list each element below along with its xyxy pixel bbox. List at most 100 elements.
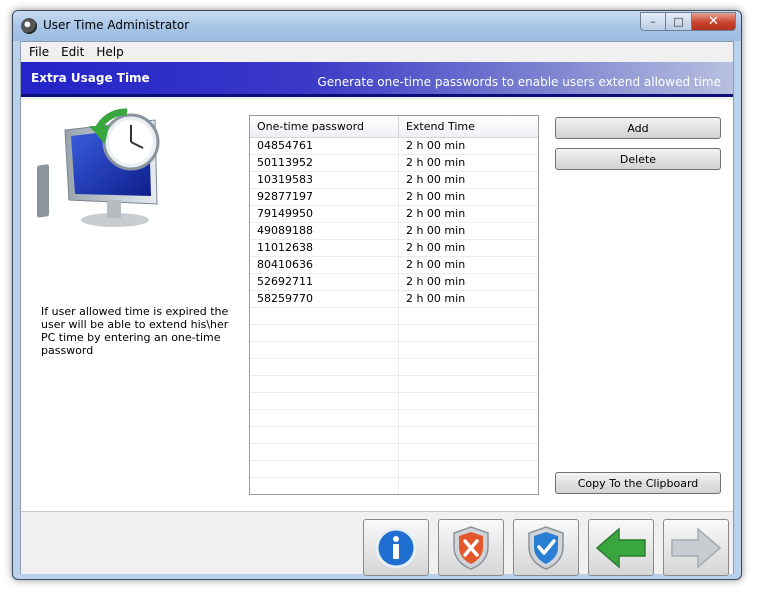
minimize-button[interactable]: – <box>640 12 666 31</box>
extend-time-cell: 2 h 00 min <box>405 224 466 237</box>
empty-row <box>250 478 538 494</box>
app-window: User Time Administrator – □ ✕ File Edit … <box>12 10 742 580</box>
password-cell: 58259770 <box>250 291 399 307</box>
empty-row <box>250 427 538 444</box>
empty-cell <box>399 427 538 443</box>
password-cell: 92877197 <box>250 189 399 205</box>
table-row[interactable]: 49089188 2 h 00 min <box>250 223 538 240</box>
footer-toolbar <box>21 512 733 576</box>
empty-cell <box>399 410 538 426</box>
table-row[interactable]: 04854761 2 h 00 min <box>250 138 538 155</box>
extend-time-cell: 2 h 00 min <box>405 241 466 254</box>
copy-clipboard-button[interactable]: Copy To the Clipboard <box>555 472 721 494</box>
header-banner: Extra Usage Time Generate one-time passw… <box>21 62 733 97</box>
empty-row <box>250 376 538 393</box>
extend-time-cell: 2 h 00 min <box>405 258 466 271</box>
empty-cell <box>250 308 399 324</box>
table-header: One-time password Extend Time <box>250 116 538 138</box>
empty-cell <box>250 342 399 358</box>
empty-cell <box>399 444 538 460</box>
empty-cell <box>399 359 538 375</box>
password-cell: 50113952 <box>250 155 399 171</box>
column-header-password[interactable]: One-time password <box>250 116 399 137</box>
empty-cell <box>399 478 538 494</box>
empty-row <box>250 393 538 410</box>
empty-row <box>250 325 538 342</box>
description-text: If user allowed time is expired the user… <box>41 305 229 357</box>
empty-cell <box>399 325 538 341</box>
extend-time-cell: 2 h 00 min <box>405 156 466 169</box>
banner-title: Extra Usage Time <box>31 71 150 85</box>
empty-cell <box>250 410 399 426</box>
title-bar[interactable]: User Time Administrator – □ ✕ <box>13 11 741 41</box>
empty-cell <box>250 393 399 409</box>
client-area: File Edit Help Extra Usage Time Generate… <box>20 41 734 576</box>
empty-cell <box>250 376 399 392</box>
app-icon <box>21 18 37 34</box>
ok-button[interactable] <box>513 519 579 576</box>
monitor-clock-icon <box>37 108 160 227</box>
empty-cell <box>399 376 538 392</box>
table-row[interactable]: 80410636 2 h 00 min <box>250 257 538 274</box>
back-button[interactable] <box>588 519 654 576</box>
empty-cell <box>399 342 538 358</box>
empty-cell <box>399 393 538 409</box>
password-cell: 80410636 <box>250 257 399 273</box>
empty-cell <box>399 461 538 477</box>
empty-cell <box>399 308 538 324</box>
table-row[interactable]: 11012638 2 h 00 min <box>250 240 538 257</box>
empty-row <box>250 410 538 427</box>
info-icon <box>375 527 417 568</box>
banner-subtitle: Generate one-time passwords to enable us… <box>317 75 721 89</box>
empty-row <box>250 444 538 461</box>
extend-time-cell: 2 h 00 min <box>405 207 466 220</box>
close-button[interactable]: ✕ <box>692 12 736 31</box>
menu-help[interactable]: Help <box>90 42 129 62</box>
next-arrow-icon <box>671 526 722 569</box>
ok-shield-icon <box>528 525 564 570</box>
password-cell: 04854761 <box>250 138 399 154</box>
password-cell: 11012638 <box>250 240 399 256</box>
extend-time-cell: 2 h 00 min <box>405 275 466 288</box>
table-row[interactable]: 50113952 2 h 00 min <box>250 155 538 172</box>
back-arrow-icon <box>595 526 646 569</box>
extend-time-cell: 2 h 00 min <box>405 139 466 152</box>
empty-row <box>250 308 538 325</box>
menu-bar: File Edit Help <box>21 42 733 62</box>
cancel-button[interactable] <box>438 519 504 576</box>
table-row[interactable]: 92877197 2 h 00 min <box>250 189 538 206</box>
main-content: If user allowed time is expired the user… <box>21 100 733 512</box>
extend-time-cell: 2 h 00 min <box>405 190 466 203</box>
empty-row <box>250 461 538 478</box>
password-cell: 79149950 <box>250 206 399 222</box>
password-cell: 49089188 <box>250 223 399 239</box>
empty-row <box>250 342 538 359</box>
table-row[interactable]: 10319583 2 h 00 min <box>250 172 538 189</box>
column-header-extend-time[interactable]: Extend Time <box>399 116 538 137</box>
extend-time-cell: 2 h 00 min <box>405 173 466 186</box>
empty-cell <box>250 427 399 443</box>
delete-button[interactable]: Delete <box>555 148 721 170</box>
password-table[interactable]: One-time password Extend Time 04854761 2 … <box>249 115 539 495</box>
empty-cell <box>250 444 399 460</box>
password-cell: 52692711 <box>250 274 399 290</box>
empty-cell <box>250 359 399 375</box>
empty-cell <box>250 478 399 494</box>
next-button[interactable] <box>663 519 729 576</box>
empty-cell <box>250 461 399 477</box>
table-row[interactable]: 52692711 2 h 00 min <box>250 274 538 291</box>
password-cell: 10319583 <box>250 172 399 188</box>
add-button[interactable]: Add <box>555 117 721 139</box>
empty-row <box>250 359 538 376</box>
window-controls: – □ ✕ <box>640 12 736 31</box>
menu-edit[interactable]: Edit <box>55 42 90 62</box>
empty-cell <box>250 325 399 341</box>
table-row[interactable]: 79149950 2 h 00 min <box>250 206 538 223</box>
window-title: User Time Administrator <box>43 18 190 32</box>
menu-file[interactable]: File <box>23 42 55 62</box>
maximize-button[interactable]: □ <box>666 12 692 31</box>
cancel-shield-icon <box>453 525 489 570</box>
info-button[interactable] <box>363 519 429 576</box>
extend-time-cell: 2 h 00 min <box>405 292 466 305</box>
table-row[interactable]: 58259770 2 h 00 min <box>250 291 538 308</box>
